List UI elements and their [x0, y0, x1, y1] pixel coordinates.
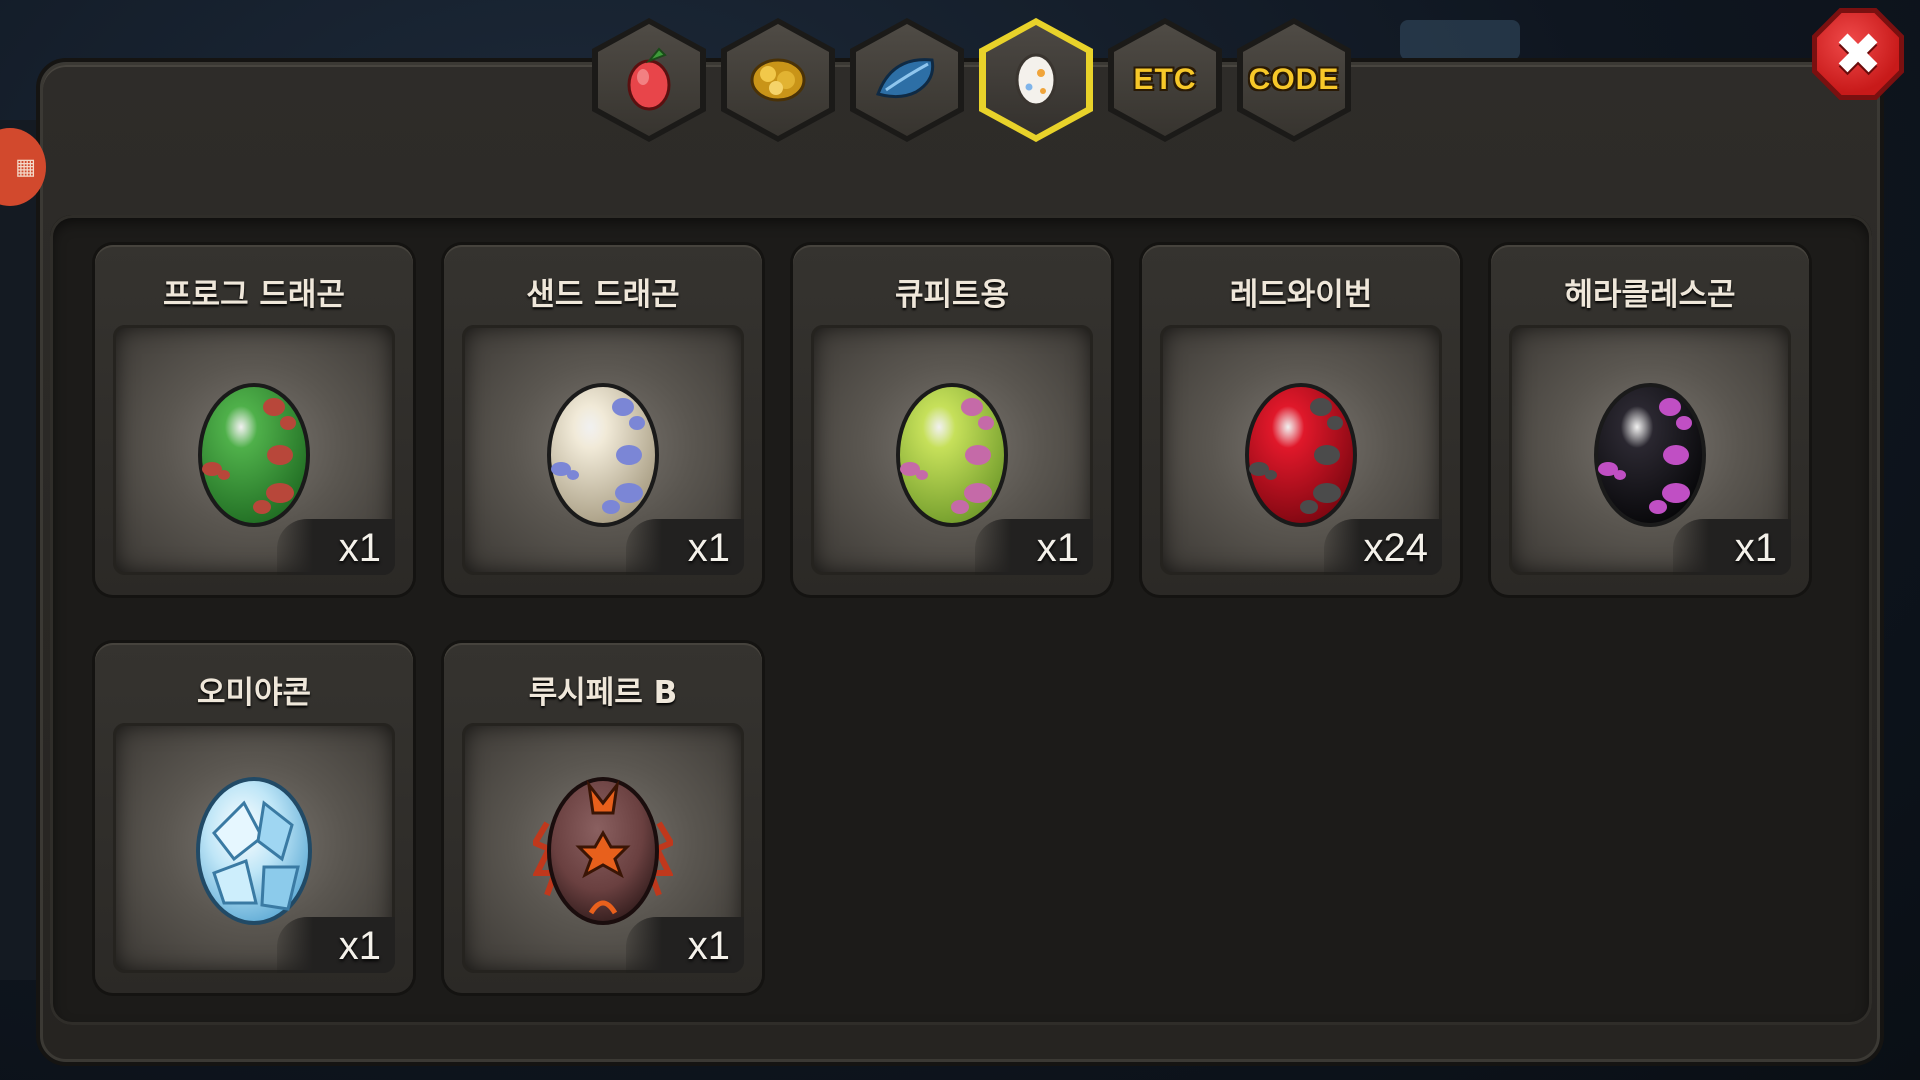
item-card[interactable]: 샌드 드래곤 x1 [444, 245, 762, 595]
item-card[interactable]: 프로그 드래곤 x1 [95, 245, 413, 595]
feather-icon [872, 50, 942, 110]
item-quantity: x1 [626, 917, 744, 973]
item-quantity: x24 [1324, 519, 1442, 575]
item-card[interactable]: 레드와이번 x24 [1142, 245, 1460, 595]
close-button[interactable]: ✖ [1812, 8, 1904, 100]
item-quantity: x1 [277, 917, 395, 973]
item-quantity: x1 [975, 519, 1093, 575]
item-quantity: x1 [626, 519, 744, 575]
egg-icon [1011, 47, 1061, 113]
grid-icon: ▦ [15, 154, 36, 180]
item-slot: x1 [462, 325, 744, 575]
item-card[interactable]: 루시페르 B x1 [444, 643, 762, 993]
item-name: 오미야콘 [196, 675, 312, 711]
close-icon: ✖ [1833, 20, 1883, 88]
item-quantity: x1 [277, 519, 395, 575]
item-slot: x24 [1160, 325, 1442, 575]
item-name: 프로그 드래곤 [163, 277, 345, 313]
item-slot: x1 [1509, 325, 1791, 575]
background-strip [0, 120, 38, 980]
item-card[interactable]: 헤라클레스곤 x1 [1491, 245, 1809, 595]
item-slot: x1 [113, 325, 395, 575]
gold-nugget-icon [746, 50, 810, 110]
item-name: 큐피트용 [894, 277, 1010, 313]
item-grid: 프로그 드래곤 x1 샌드 드래곤 x1 큐피트용 x1 레드와이번 x24 헤… [50, 215, 1872, 1025]
tab-label: CODE [1248, 63, 1340, 96]
item-card[interactable]: 오미야콘 x1 [95, 643, 413, 993]
item-slot: x1 [811, 325, 1093, 575]
item-name: 루시페르 B [528, 675, 678, 711]
item-slot: x1 [113, 723, 395, 973]
item-quantity: x1 [1673, 519, 1791, 575]
item-name: 샌드 드래곤 [526, 277, 680, 313]
item-card[interactable]: 큐피트용 x1 [793, 245, 1111, 595]
item-slot: x1 [462, 723, 744, 973]
background-decor [1400, 20, 1520, 60]
item-name: 헤라클레스곤 [1564, 277, 1736, 313]
fruit-icon [619, 43, 679, 117]
item-name: 레드와이번 [1229, 277, 1373, 313]
tab-label: ETC [1133, 63, 1197, 96]
